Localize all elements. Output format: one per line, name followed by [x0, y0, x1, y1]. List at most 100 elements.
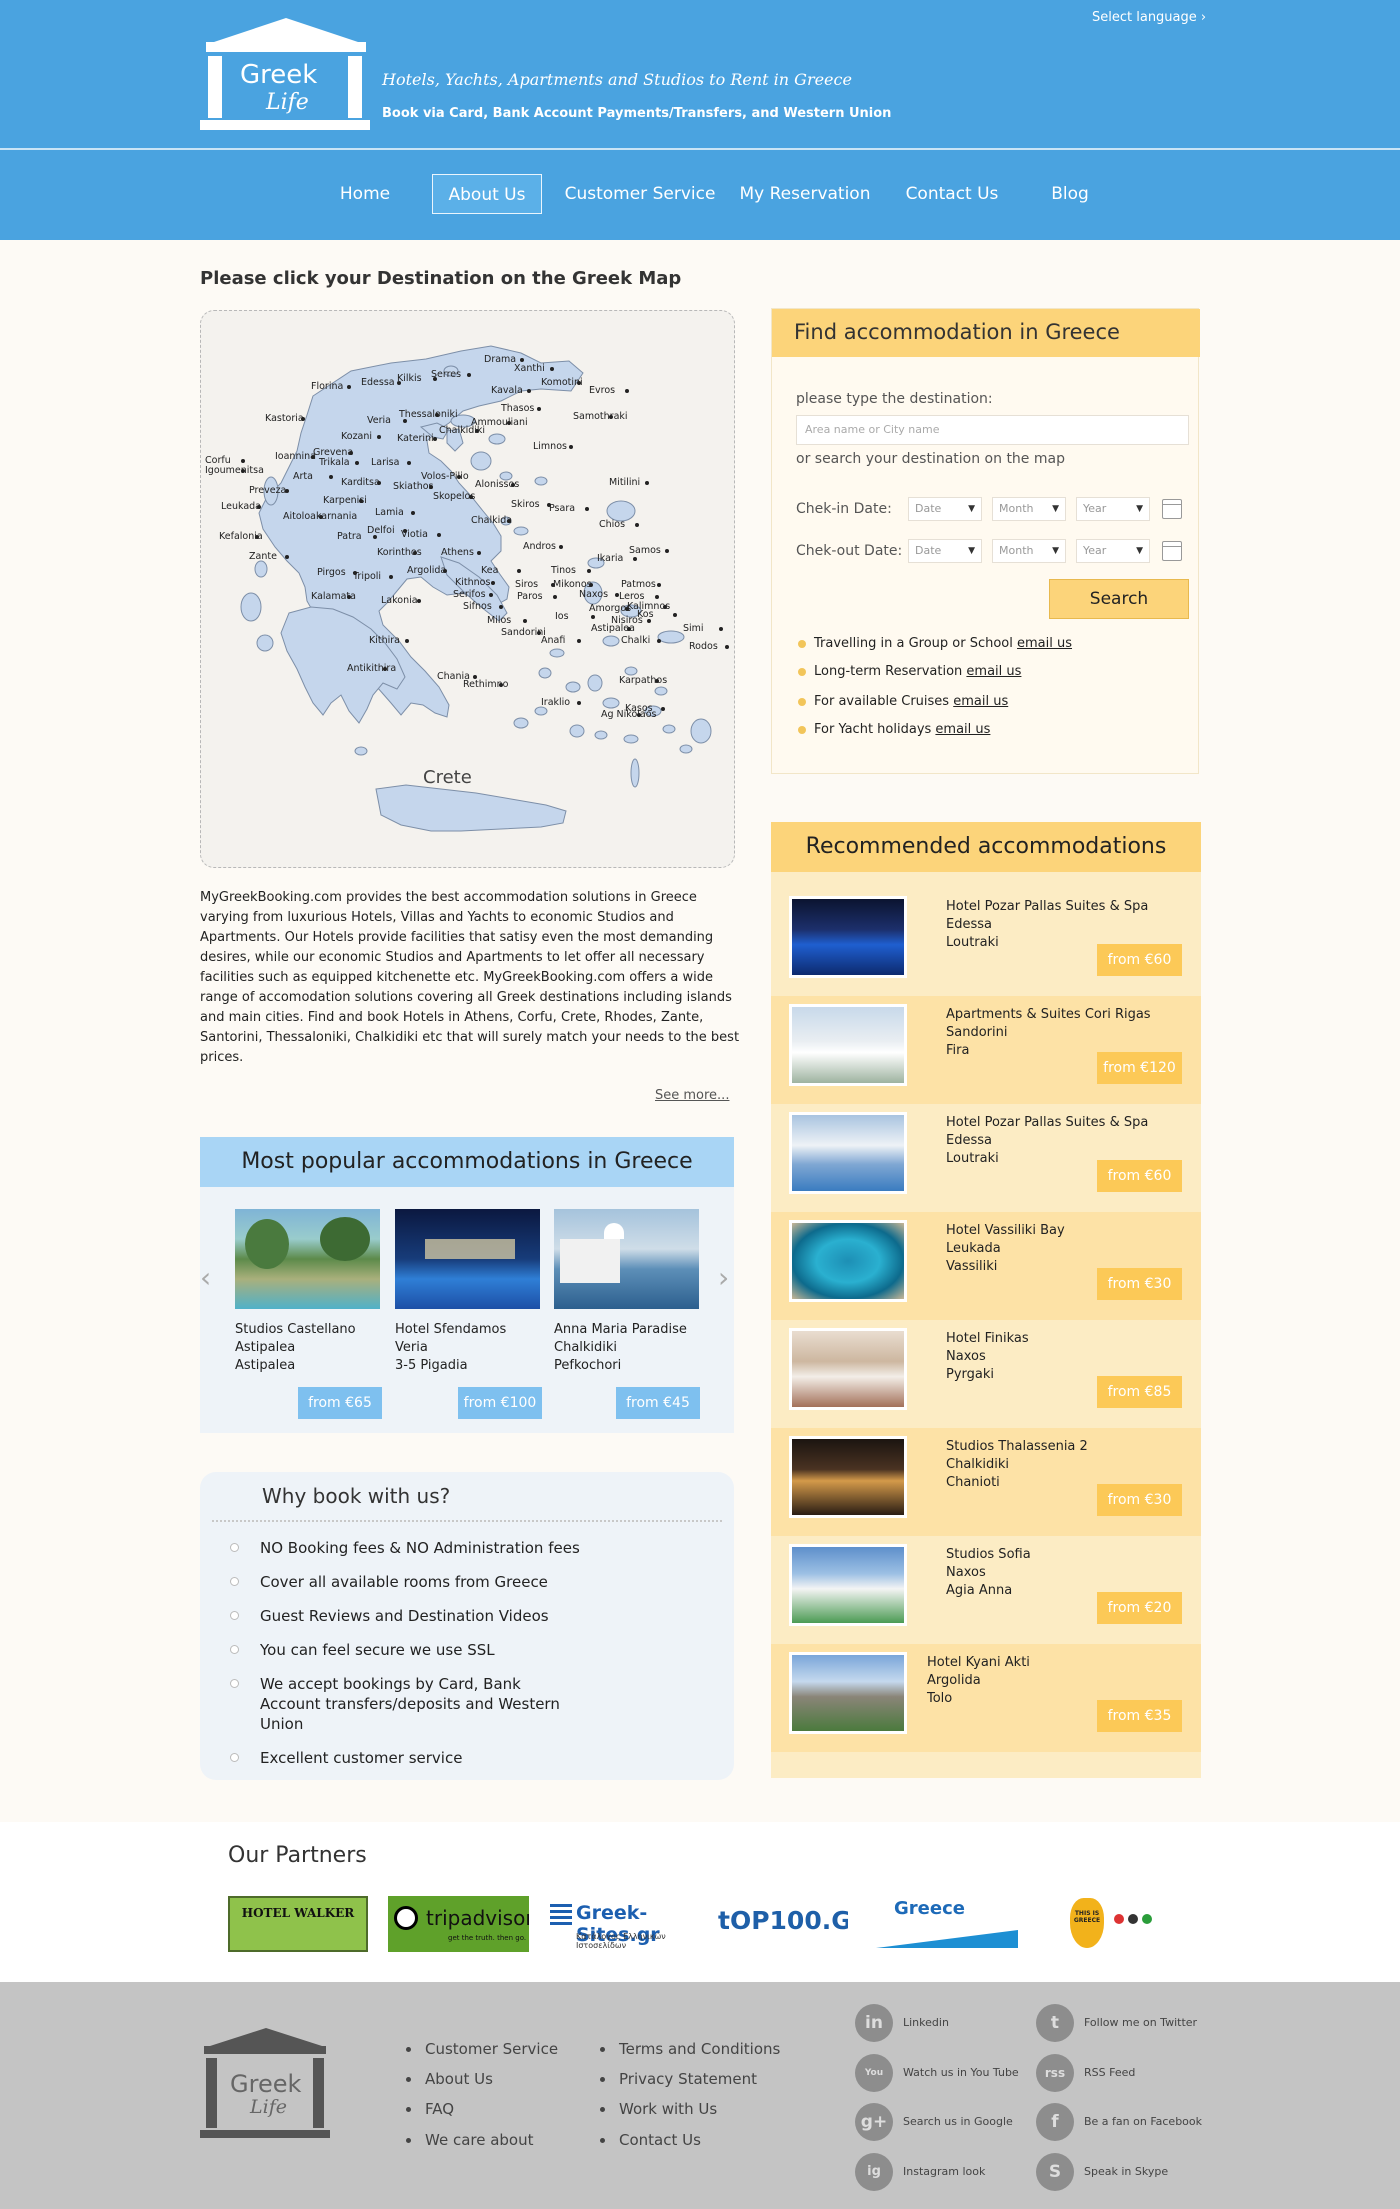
map-city-label[interactable]: Psara	[549, 503, 575, 514]
map-city-label[interactable]: Naxos	[579, 589, 608, 600]
checkout-month-select[interactable]: Month ▼	[992, 539, 1066, 563]
map-city-dot[interactable]	[657, 639, 661, 643]
recommended-item[interactable]: Apartments & Suites Cori Rigas Sandorini F…	[771, 996, 1201, 1104]
hotel-photo[interactable]	[395, 1209, 540, 1309]
footer-link[interactable]: Work with Us	[600, 2100, 717, 2118]
map-city-label[interactable]: Milos	[487, 615, 511, 626]
map-city-label[interactable]: Siros	[515, 579, 538, 590]
map-city-label[interactable]: Kalamata	[311, 591, 356, 602]
map-city-label[interactable]: Samos	[629, 545, 661, 556]
price-button[interactable]: from €60	[1097, 944, 1182, 976]
nav-about-us[interactable]: About Us	[432, 174, 542, 214]
popular-card[interactable]: Anna Maria Paradise Chalkidiki Pefkochor…	[554, 1209, 699, 1375]
map-city-label[interactable]: Zante	[249, 551, 277, 562]
map-city-dot[interactable]	[527, 389, 531, 393]
map-city-dot[interactable]	[329, 475, 333, 479]
map-city-label[interactable]: Trikala	[319, 457, 350, 468]
map-city-dot[interactable]	[285, 555, 289, 559]
map-city-dot[interactable]	[405, 639, 409, 643]
map-city-dot[interactable]	[373, 535, 377, 539]
map-city-label[interactable]: Skiros	[511, 499, 540, 510]
map-city-dot[interactable]	[417, 599, 421, 603]
footer-link[interactable]: Privacy Statement	[600, 2070, 757, 2088]
hotel-photo[interactable]	[789, 896, 907, 978]
map-city-dot[interactable]	[645, 481, 649, 485]
email-us-link[interactable]: email us	[953, 694, 1008, 709]
map-city-label[interactable]: Delfoi	[367, 525, 395, 536]
map-city-dot[interactable]	[553, 595, 557, 599]
map-city-dot[interactable]	[491, 581, 495, 585]
price-button[interactable]: from €35	[1097, 1700, 1182, 1732]
map-city-label[interactable]: Kozani	[341, 431, 372, 442]
price-button[interactable]: from €60	[1097, 1160, 1182, 1192]
map-city-dot[interactable]	[577, 639, 581, 643]
greek-map[interactable]: Crete Drama Xanthi Komotini Evros Florina Ede…	[200, 310, 735, 868]
recommended-item[interactable]: Hotel Kyani Akti Argolida Tolo from €35	[771, 1644, 1201, 1752]
hotel-photo[interactable]	[554, 1209, 699, 1309]
map-city-label[interactable]: Karditsa	[341, 477, 380, 488]
map-city-label[interactable]: Chios	[599, 519, 625, 530]
map-city-label[interactable]: Tinos	[551, 565, 576, 576]
map-city-label[interactable]: Pirgos	[317, 567, 346, 578]
map-city-label[interactable]: Mitilini	[609, 477, 640, 488]
hotel-photo[interactable]	[789, 1004, 907, 1086]
map-city-dot[interactable]	[550, 367, 554, 371]
carousel-next-icon[interactable]: ›	[718, 1261, 729, 1294]
map-city-label[interactable]: Serres	[431, 369, 461, 380]
map-city-label[interactable]: Patra	[337, 531, 362, 542]
price-button[interactable]: from €20	[1097, 1592, 1182, 1624]
map-city-dot[interactable]	[537, 407, 541, 411]
price-button[interactable]: from €120	[1097, 1052, 1182, 1084]
map-city-label[interactable]: Aitoloakarnania	[283, 511, 357, 522]
map-city-label[interactable]: Ikaria	[597, 553, 623, 564]
map-city-label[interactable]: Tripoli	[353, 571, 381, 582]
map-city-label[interactable]: Amorgos	[589, 603, 631, 614]
price-button[interactable]: from €85	[1097, 1376, 1182, 1408]
map-city-label[interactable]: Athens	[441, 547, 474, 558]
map-city-label[interactable]: Kilkis	[397, 373, 422, 384]
nav-home[interactable]: Home	[320, 174, 410, 214]
map-city-dot[interactable]	[633, 557, 637, 561]
map-city-dot[interactable]	[635, 523, 639, 527]
map-city-label[interactable]: Florina	[311, 381, 343, 392]
map-city-label[interactable]: Lakonia	[381, 595, 418, 606]
footer-link[interactable]: Customer Service	[406, 2040, 558, 2058]
footer-link[interactable]: Terms and Conditions	[600, 2040, 780, 2058]
partner-greece-logo[interactable]: Greece	[876, 1896, 1018, 1952]
map-city-label[interactable]: Ios	[555, 611, 569, 622]
map-city-label[interactable]: Simi	[683, 623, 704, 634]
map-city-dot[interactable]	[551, 583, 555, 587]
map-city-label[interactable]: Katerini	[397, 433, 434, 444]
partner-this-is-greece-logo[interactable]: THIS IS GREECE	[1048, 1896, 1172, 1952]
checkout-date-select[interactable]: Date ▼	[908, 539, 982, 563]
checkin-calendar-icon[interactable]	[1162, 499, 1182, 519]
popular-price-button[interactable]: from €100	[458, 1387, 542, 1419]
map-city-label[interactable]: Serifos	[453, 589, 486, 600]
recommended-item[interactable]: Studios Sofia Naxos Agia Anna from €20	[771, 1536, 1201, 1644]
footer-link[interactable]: FAQ	[406, 2100, 454, 2118]
price-button[interactable]: from €30	[1097, 1268, 1182, 1300]
map-city-label[interactable]: Patmos	[621, 579, 656, 590]
partner-tripadvisor-logo[interactable]: tripadvisor get the truth. then go.	[388, 1896, 529, 1952]
recommended-item[interactable]: Hotel Pozar Pallas Suites & Spa Edessa Lou…	[771, 1104, 1201, 1212]
map-city-dot[interactable]	[477, 551, 481, 555]
carousel-prev-icon[interactable]: ‹	[200, 1261, 211, 1294]
map-city-label[interactable]: Kavala	[491, 385, 523, 396]
checkin-month-select[interactable]: Month ▼	[992, 497, 1066, 521]
footer-link[interactable]: Contact Us	[600, 2131, 701, 2149]
nav-customer-service[interactable]: Customer Service	[562, 174, 718, 214]
map-city-label[interactable]: Viotia	[401, 529, 428, 540]
map-city-label[interactable]: Andros	[523, 541, 556, 552]
map-city-label[interactable]: Preveza	[249, 485, 286, 496]
map-city-label[interactable]: Kastoria	[265, 413, 304, 424]
map-city-dot[interactable]	[467, 373, 471, 377]
map-city-dot[interactable]	[377, 435, 381, 439]
footer-logo[interactable]: Greek Life	[200, 2028, 330, 2152]
map-city-label[interactable]: Chalkidiki	[439, 425, 485, 436]
map-city-label[interactable]: Paros	[517, 591, 543, 602]
map-city-label[interactable]: Veria	[367, 415, 391, 426]
map-city-label[interactable]: Karpenisi	[323, 495, 367, 506]
map-city-dot[interactable]	[577, 701, 581, 705]
map-city-label[interactable]: Ag Nikolaos	[601, 709, 657, 720]
email-us-link[interactable]: email us	[1017, 636, 1072, 651]
